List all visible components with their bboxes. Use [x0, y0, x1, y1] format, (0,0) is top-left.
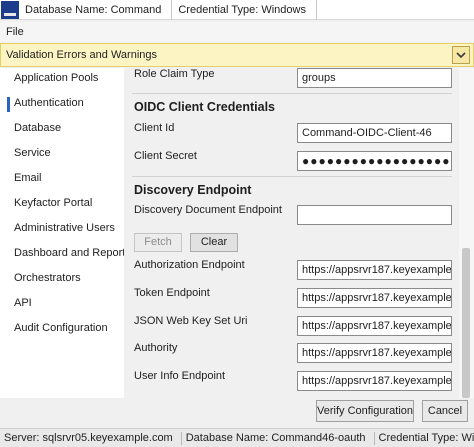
menu-bar: File: [0, 22, 474, 42]
token-endpoint-input[interactable]: https://appsrvr187.keyexample.com: [297, 288, 452, 308]
status-server: Server: sqlsrvr05.keyexample.com: [0, 431, 182, 445]
validation-bar: Validation Errors and Warnings: [0, 43, 474, 67]
scrollbar-thumb[interactable]: [462, 248, 470, 398]
discovery-section-title: Discovery Endpoint: [134, 183, 252, 197]
jwks-uri-label: JSON Web Key Set Uri: [134, 315, 248, 327]
title-credential-label: Credential Type:: [178, 3, 259, 16]
client-secret-label: Client Secret: [134, 150, 197, 162]
sidebar-item-application-pools[interactable]: Application Pools: [0, 68, 124, 93]
discovery-document-input[interactable]: [297, 205, 452, 225]
title-credential: Credential Type: Windows: [172, 0, 317, 20]
sidebar-item-administrative-users[interactable]: Administrative Users: [0, 218, 124, 243]
sidebar-item-email[interactable]: Email: [0, 168, 124, 193]
sidebar-item-api[interactable]: API: [0, 293, 124, 318]
status-credential: Credential Type: Windo: [378, 431, 474, 444]
authorization-endpoint-input[interactable]: https://appsrvr187.keyexample.com: [297, 260, 452, 280]
user-info-endpoint-label: User Info Endpoint: [134, 370, 226, 382]
user-info-endpoint-input[interactable]: https://appsrvr187.keyexample.com: [297, 371, 452, 391]
title-database-label: Database Name:: [25, 3, 108, 16]
menu-file[interactable]: File: [6, 26, 24, 38]
status-bar: Server: sqlsrvr05.keyexample.com Databas…: [0, 428, 474, 447]
sidebar: Application Pools Authentication Databas…: [0, 68, 131, 398]
sidebar-item-service[interactable]: Service: [0, 143, 124, 168]
client-id-input[interactable]: Command-OIDC-Client-46: [297, 123, 452, 143]
cancel-button[interactable]: Cancel: [422, 400, 468, 422]
role-claim-type-label: Role Claim Type: [134, 68, 215, 80]
title-credential-value: Windows: [261, 3, 306, 16]
title-database-value: Command: [110, 3, 162, 16]
client-secret-input[interactable]: ●●●●●●●●●●●●●●●●●●●●●●●: [297, 151, 452, 171]
authorization-endpoint-label: Authorization Endpoint: [134, 259, 245, 271]
client-id-label: Client Id: [134, 122, 175, 134]
clear-button[interactable]: Clear: [190, 233, 238, 252]
title-database: Database Name: Command: [19, 0, 173, 20]
sidebar-item-audit-configuration[interactable]: Audit Configuration: [0, 318, 124, 343]
oidc-section-title: OIDC Client Credentials: [134, 100, 275, 114]
status-database: Database Name: Command46-oauth: [182, 431, 375, 445]
section-divider: [132, 176, 452, 177]
authority-input[interactable]: https://appsrvr187.keyexample.com: [297, 343, 452, 363]
settings-panel: Role Claim Type groups OIDC Client Crede…: [124, 68, 474, 398]
app-icon: [1, 0, 19, 19]
discovery-document-label: Discovery Document Endpoint: [134, 204, 282, 216]
sidebar-item-authentication[interactable]: Authentication: [0, 93, 124, 118]
title-bar: Database Name: Command Credential Type: …: [0, 0, 474, 20]
settings-content: Role Claim Type groups OIDC Client Crede…: [124, 68, 459, 398]
token-endpoint-label: Token Endpoint: [134, 287, 210, 299]
expand-validation-button[interactable]: [452, 46, 470, 64]
fetch-button[interactable]: Fetch: [134, 233, 182, 252]
validation-text: Validation Errors and Warnings: [6, 49, 158, 61]
verify-configuration-button[interactable]: Verify Configuration: [316, 400, 414, 422]
sidebar-item-dashboard-and-reports[interactable]: Dashboard and Reports: [0, 243, 131, 268]
section-divider: [132, 93, 452, 94]
authority-label: Authority: [134, 342, 178, 354]
jwks-uri-input[interactable]: https://appsrvr187.keyexample.com: [297, 316, 452, 336]
role-claim-type-input[interactable]: groups: [297, 68, 452, 88]
vertical-scrollbar[interactable]: [459, 68, 474, 398]
sidebar-item-keyfactor-portal[interactable]: Keyfactor Portal: [0, 193, 124, 218]
sidebar-item-database[interactable]: Database: [0, 118, 124, 143]
sidebar-item-orchestrators[interactable]: Orchestrators: [0, 268, 124, 293]
chevron-down-icon: [456, 51, 466, 58]
